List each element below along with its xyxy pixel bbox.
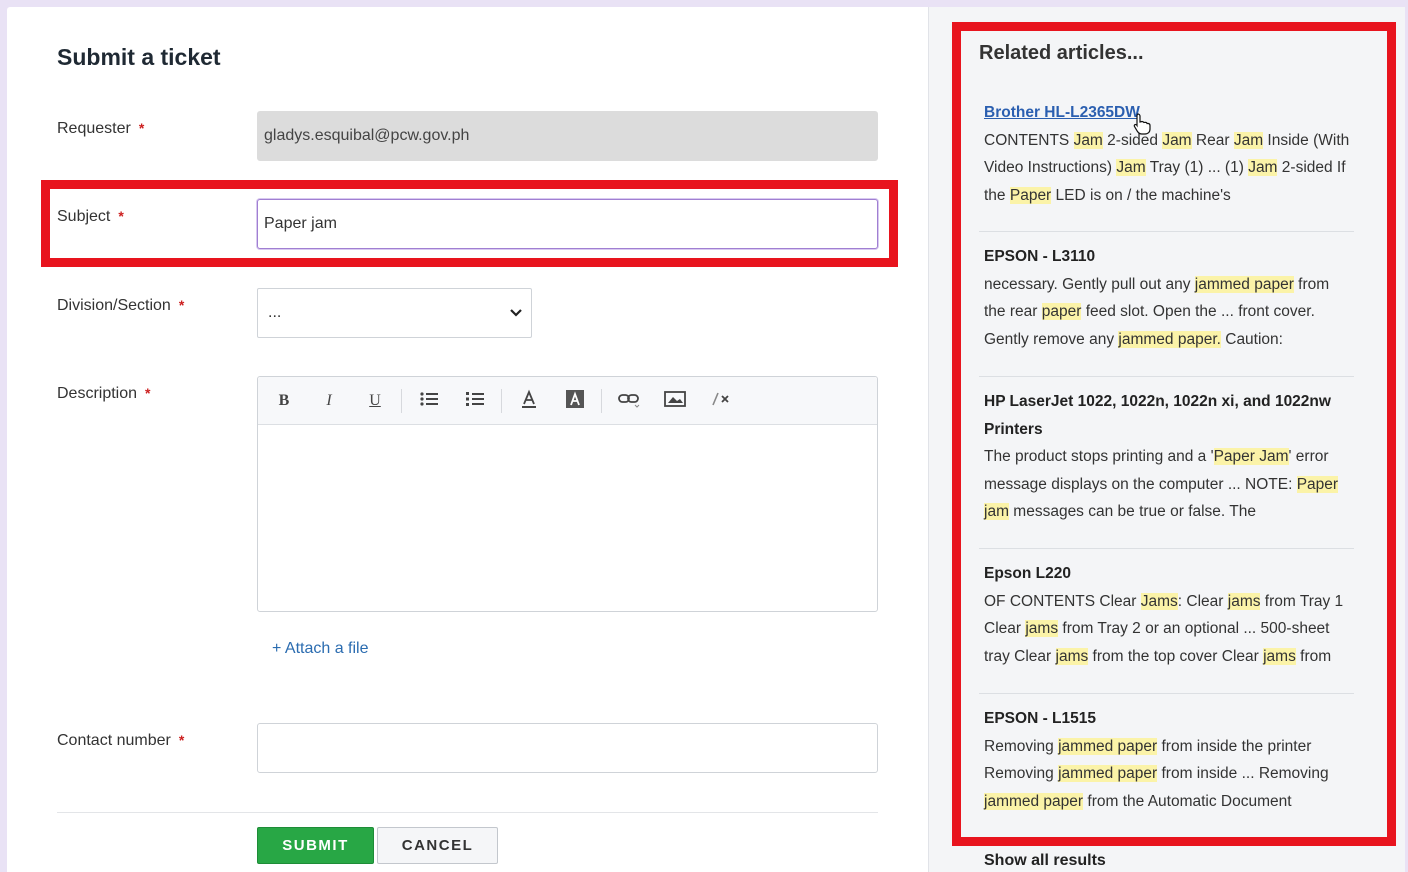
submit-button[interactable]: SUBMIT (257, 827, 374, 864)
article-title[interactable]: EPSON - L3110 (984, 243, 1354, 271)
article-title[interactable]: EPSON - L1515 (984, 705, 1354, 733)
article-snippet: The product stops printing and a 'Paper … (984, 448, 1339, 520)
article-title[interactable]: HP LaserJet 1022, 1022n, 1022n xi, and 1… (984, 388, 1354, 443)
description-label: Description * (57, 385, 150, 403)
image-icon[interactable] (663, 389, 687, 413)
article-title[interactable]: Epson L220 (984, 560, 1354, 588)
division-label-text: Division/Section (57, 297, 171, 314)
division-select-value: ... (268, 304, 282, 321)
subject-label-text: Subject (57, 208, 111, 225)
article-snippet: CONTENTS Jam 2-sided Jam Rear Jam Inside… (984, 131, 1350, 204)
contact-label: Contact number * (57, 732, 184, 750)
division-label: Division/Section * (57, 297, 184, 315)
hand-cursor-icon (1133, 113, 1151, 140)
clear-formatting-icon[interactable] (709, 389, 733, 413)
article-snippet: necessary. Gently pull out any jammed pa… (984, 275, 1330, 348)
required-marker: * (118, 208, 124, 224)
related-article: EPSON - L1515 Removing jammed paper from… (984, 705, 1354, 815)
underline-button[interactable]: U (363, 389, 387, 413)
link-icon[interactable] (617, 389, 641, 413)
article-divider (979, 231, 1354, 232)
article-link[interactable]: Brother HL-L2365DW (984, 99, 1354, 127)
cancel-button[interactable]: CANCEL (377, 827, 498, 864)
requester-label-text: Requester (57, 120, 131, 137)
article-snippet: OF CONTENTS Clear Jams: Clear jams from … (984, 592, 1344, 665)
text-color-icon[interactable] (517, 389, 541, 413)
required-marker: * (145, 385, 151, 401)
requester-label: Requester * (57, 120, 144, 138)
description-label-text: Description (57, 385, 138, 402)
background-color-icon[interactable] (563, 389, 587, 413)
form-divider (57, 812, 878, 813)
bulleted-list-icon[interactable] (417, 389, 441, 413)
attach-file-link[interactable]: + Attach a file (272, 640, 369, 658)
chevron-down-icon (509, 289, 523, 356)
required-marker: * (178, 297, 185, 313)
article-snippet: Removing jammed paper from inside the pr… (984, 737, 1329, 810)
description-editor[interactable]: B I U (257, 376, 878, 612)
related-article: Brother HL-L2365DW CONTENTS Jam 2-sided … (984, 99, 1354, 209)
bold-button[interactable]: B (272, 389, 296, 413)
toolbar-divider (501, 389, 502, 413)
numbered-list-icon[interactable] (463, 389, 487, 413)
show-all-results-link[interactable]: Show all results (984, 852, 1106, 870)
article-divider (979, 548, 1354, 549)
related-articles-title: Related articles... (979, 42, 1144, 64)
page-title: Submit a ticket (57, 44, 221, 70)
requester-field: gladys.esquibal@pcw.gov.ph (257, 111, 878, 161)
toolbar-divider (401, 389, 402, 413)
related-article: HP LaserJet 1022, 1022n, 1022n xi, and 1… (984, 388, 1354, 526)
italic-button[interactable]: I (317, 389, 341, 413)
article-divider (979, 693, 1354, 694)
division-select[interactable]: ... (257, 288, 532, 338)
editor-toolbar: B I U (258, 377, 877, 425)
contact-label-text: Contact number (57, 732, 171, 749)
required-marker: * (178, 732, 185, 748)
subject-input[interactable]: Paper jam (257, 199, 878, 249)
subject-label: Subject * (57, 208, 124, 226)
article-divider (979, 376, 1354, 377)
toolbar-divider (601, 389, 602, 413)
contact-number-input[interactable] (257, 723, 878, 773)
required-marker: * (138, 120, 145, 136)
related-article: Epson L220 OF CONTENTS Clear Jams: Clear… (984, 560, 1354, 670)
related-article: EPSON - L3110 necessary. Gently pull out… (984, 243, 1354, 353)
